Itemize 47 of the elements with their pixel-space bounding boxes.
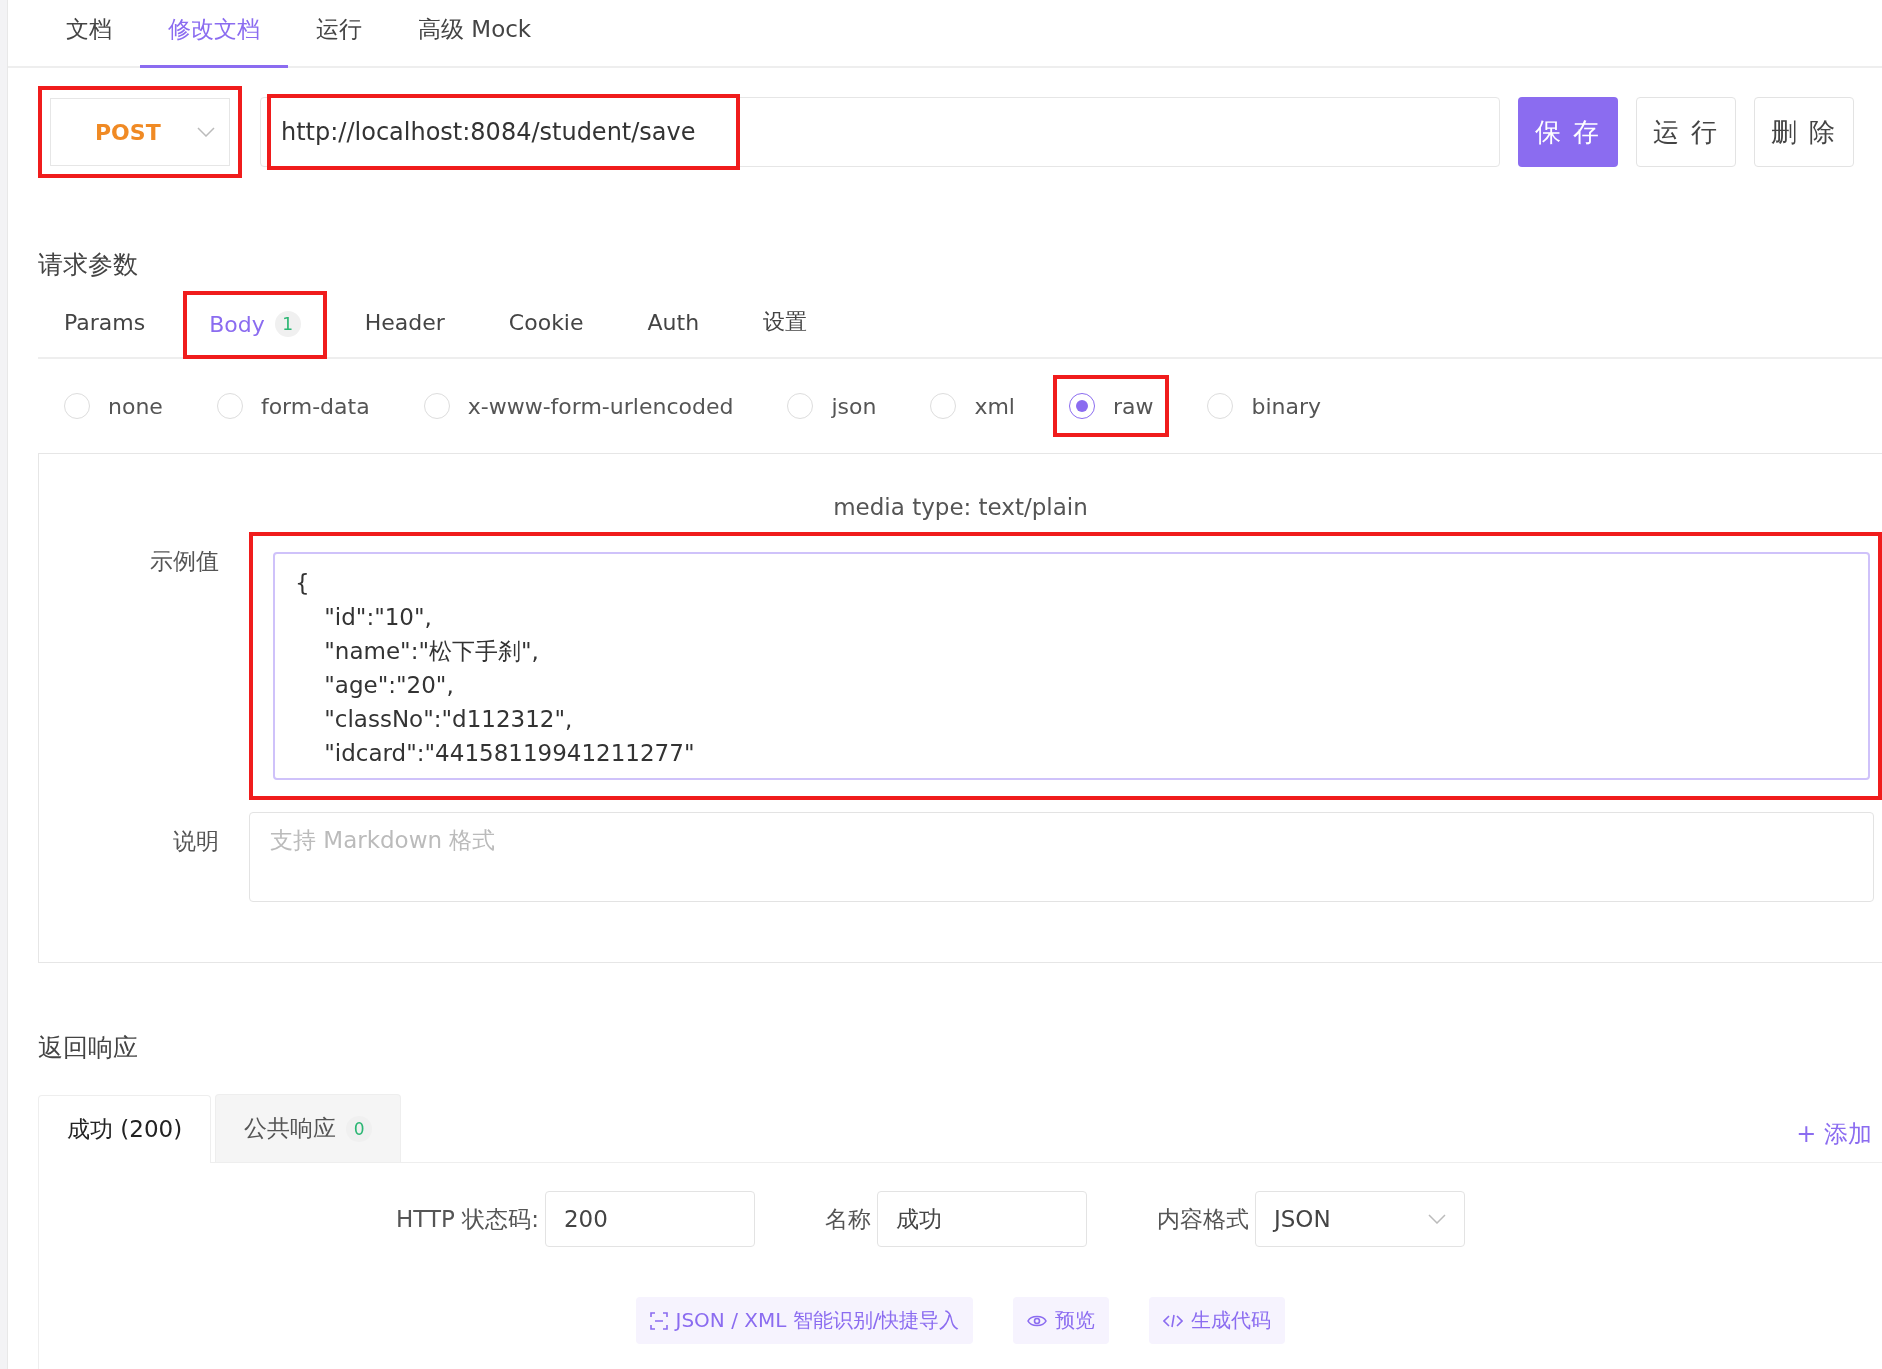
tab[interactable]: Cookie	[482, 291, 610, 359]
code-icon	[1163, 1313, 1184, 1328]
radio-option[interactable]: raw	[1052, 375, 1170, 437]
tool-button[interactable]: 预览	[1013, 1297, 1110, 1344]
count-badge: 0	[346, 1115, 373, 1142]
tab[interactable]: 运行	[288, 0, 390, 68]
tool-button[interactable]: JSON / XML 智能识别/快捷导入	[635, 1297, 974, 1344]
chevron-down-icon	[197, 127, 215, 137]
example-value-field[interactable]: { "id":"10", "name":"松下手刹", "age":"20", "classNo":"d112312", "idcard":"44158119941211277"	[273, 552, 1870, 780]
tab[interactable]: Body 1	[183, 291, 327, 359]
radio-option[interactable]: json	[771, 375, 893, 437]
field-label: HTTP 状态码:	[396, 1204, 539, 1234]
action-button[interactable]: 运 行	[1636, 97, 1736, 167]
field-label: 内容格式	[1156, 1204, 1249, 1234]
input-field[interactable]: 成功	[876, 1191, 1087, 1247]
tab[interactable]: 修改文档	[140, 0, 288, 68]
radio-option[interactable]: form-data	[200, 375, 386, 437]
radio-option[interactable]: none	[48, 375, 179, 437]
action-button[interactable]: 删 除	[1754, 97, 1854, 167]
chevron-down-icon	[1427, 1214, 1446, 1224]
highlight-frame: http://localhost:8084/student/save	[267, 94, 740, 170]
url-field[interactable]: http://localhost:8084/student/save	[260, 97, 1500, 167]
tab[interactable]: 公共响应 0	[215, 1094, 402, 1162]
field-label: 示例值	[149, 547, 220, 576]
radio-option[interactable]: binary	[1191, 375, 1338, 437]
tab[interactable]: 设置	[737, 291, 834, 359]
tab[interactable]: 高级 Mock	[390, 0, 560, 68]
format-select[interactable]: JSON	[1254, 1191, 1465, 1247]
media-type-text: media type: text/plain	[832, 494, 1089, 520]
radio-option[interactable]: x-www-form-urlencoded	[407, 375, 750, 437]
section-title: 返回响应	[38, 1032, 139, 1064]
radio-option[interactable]: xml	[914, 375, 1031, 437]
scan-icon	[649, 1311, 668, 1330]
input-field[interactable]: 200	[544, 1191, 755, 1247]
tab[interactable]: Params	[38, 291, 172, 359]
action-button[interactable]: 保 存	[1518, 97, 1618, 167]
tab[interactable]: 成功 (200)	[38, 1095, 212, 1163]
section-title: 请求参数	[38, 249, 139, 281]
count-badge: 1	[274, 311, 301, 337]
field-label: 名称	[824, 1204, 871, 1234]
field-label: 说明	[172, 827, 220, 856]
tool-button[interactable]: 生成代码	[1149, 1297, 1286, 1344]
tab[interactable]: 文档	[38, 0, 140, 68]
tab[interactable]: Auth	[621, 291, 726, 359]
tab[interactable]: Header	[338, 291, 471, 359]
add-link[interactable]: + 添加	[1786, 1106, 1882, 1162]
eye-icon	[1027, 1313, 1048, 1328]
